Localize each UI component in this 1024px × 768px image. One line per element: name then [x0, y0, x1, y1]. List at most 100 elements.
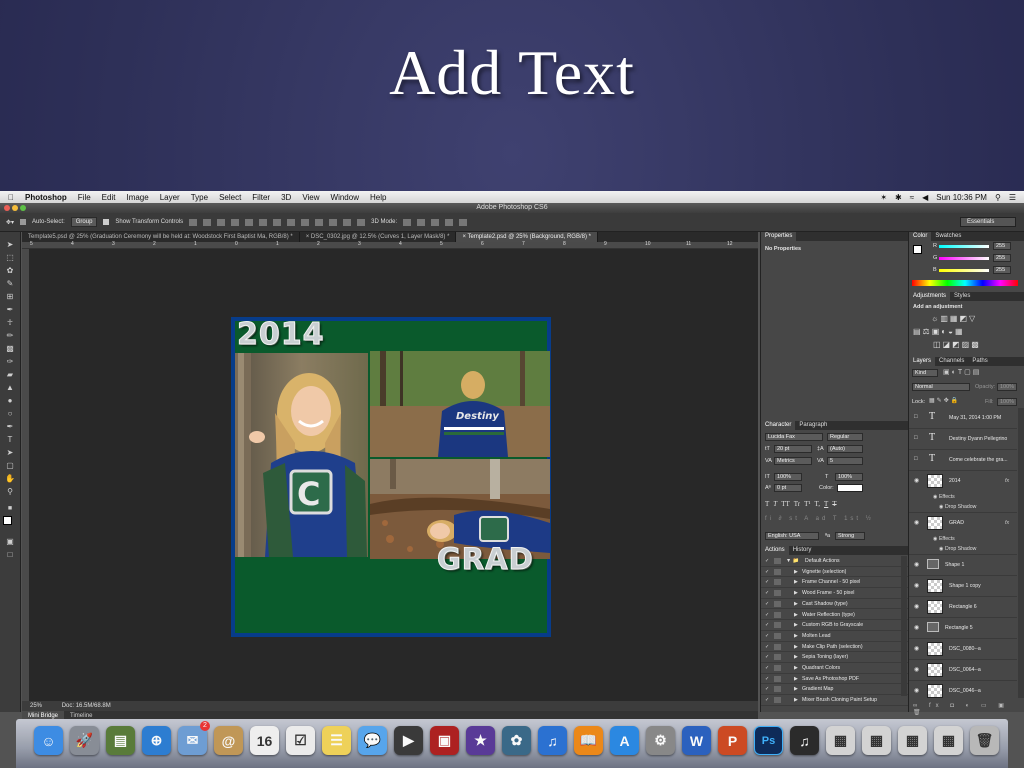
action-enabled-check-icon[interactable]: ✓: [765, 631, 769, 641]
messages-dock-icon[interactable]: 💬: [358, 726, 387, 755]
hand-tool-icon[interactable]: ✋: [4, 474, 16, 483]
layer-row[interactable]: ◉ GRAD fx ◉ Effects ◉ Drop Shadow: [909, 513, 1017, 555]
screen-mode-icon[interactable]: □: [4, 550, 16, 559]
action-enabled-check-icon[interactable]: ✓: [765, 599, 769, 609]
red-value[interactable]: 255: [993, 242, 1011, 250]
action-row[interactable]: ✓ ▶ Frame Channel - 50 pixel: [761, 577, 908, 589]
auto-align-icon[interactable]: [357, 218, 366, 226]
layer-effect-drop-shadow[interactable]: ◉ Drop Shadow: [939, 504, 976, 510]
action-set-row[interactable]: ✓ ▼ 📁 Default Actions: [761, 556, 908, 567]
adjustment-icons-row-3[interactable]: ◫◪◩▨▩: [933, 340, 981, 349]
action-expand-icon[interactable]: ▶: [794, 684, 798, 694]
superscript-button[interactable]: T¹: [804, 500, 810, 508]
faux-bold-button[interactable]: T: [765, 500, 769, 508]
action-expand-icon[interactable]: ▶: [794, 674, 798, 684]
tab-adjustments[interactable]: Adjustments: [909, 292, 951, 301]
action-enabled-check-icon[interactable]: ✓: [765, 695, 769, 705]
action-dialog-toggle[interactable]: [774, 686, 781, 693]
menu-photoshop[interactable]: Photoshop: [25, 193, 67, 202]
tab-color[interactable]: Color: [909, 232, 932, 241]
tab-swatches[interactable]: Swatches: [931, 232, 965, 241]
action-dialog-toggle[interactable]: [774, 643, 781, 650]
action-enabled-check-icon[interactable]: ✓: [765, 674, 769, 684]
tab-history[interactable]: History: [789, 546, 816, 555]
language-dropdown[interactable]: English: USA: [765, 532, 819, 540]
notes-dock-icon[interactable]: ☰: [322, 726, 351, 755]
marquee-tool-icon[interactable]: ⬚: [4, 253, 16, 262]
visibility-eye-icon[interactable]: ◉: [914, 624, 919, 631]
transform-controls-checkbox[interactable]: [103, 219, 110, 225]
tab-paths[interactable]: Paths: [968, 357, 991, 366]
visibility-eye-icon[interactable]: ◉: [914, 666, 919, 673]
menu-layer[interactable]: Layer: [160, 193, 180, 202]
crop-tool-icon[interactable]: ⊞: [4, 292, 16, 301]
action-dialog-toggle[interactable]: [774, 600, 781, 607]
action-row[interactable]: ✓ ▶ Mixer Brush Cloning Paint Setup: [761, 695, 908, 706]
font-family-dropdown[interactable]: Lucida Fax: [765, 433, 823, 441]
brush-tool-icon[interactable]: ✏: [4, 331, 16, 340]
action-row[interactable]: ✓ ▶ Quadrant Colors: [761, 663, 908, 674]
action-enabled-check-icon[interactable]: ✓: [765, 620, 769, 630]
align-left-icon[interactable]: [231, 218, 240, 226]
zoom-tool-icon[interactable]: ⚲: [4, 487, 16, 496]
action-row[interactable]: ✓ ▶ Vignette (selection): [761, 567, 908, 578]
blend-mode-dropdown[interactable]: Normal: [912, 383, 970, 391]
action-dialog-toggle[interactable]: [774, 558, 781, 564]
action-row[interactable]: ✓ ▶ Water Reflection (type): [761, 610, 908, 621]
stack-dock-icon[interactable]: ▦: [934, 726, 963, 755]
action-enabled-check-icon[interactable]: ✓: [765, 577, 769, 587]
move-tool-icon[interactable]: ✥▾: [6, 219, 14, 226]
visibility-eye-icon[interactable]: ◉: [914, 645, 919, 652]
layer-effects-label[interactable]: ◉ Effects: [933, 536, 955, 542]
visibility-eye-icon[interactable]: ◉: [914, 687, 919, 694]
text-color-swatch[interactable]: [837, 484, 863, 492]
layer-row[interactable]: □ T May 31, 2014 1:00 PM: [909, 408, 1017, 429]
trash-dock-icon[interactable]: 🗑: [970, 726, 999, 755]
eyedropper-tool-icon[interactable]: ✒: [4, 305, 16, 314]
move-tool-icon[interactable]: ➤: [4, 240, 16, 249]
menu-file[interactable]: File: [78, 193, 91, 202]
pen-tool-icon[interactable]: ✒: [4, 422, 16, 431]
actions-scrollbar[interactable]: [901, 556, 907, 696]
action-enabled-check-icon[interactable]: ✓: [765, 684, 769, 694]
apple-menu-icon[interactable]: : [8, 193, 14, 202]
music-dock-icon[interactable]: ♫: [790, 726, 819, 755]
stack-dock-icon[interactable]: ▦: [826, 726, 855, 755]
action-expand-icon[interactable]: ▶: [794, 652, 798, 662]
all-caps-button[interactable]: TT: [781, 500, 790, 508]
menu-help[interactable]: Help: [370, 193, 386, 202]
healing-brush-tool-icon[interactable]: ☥: [4, 318, 16, 327]
tab-dsc0302[interactable]: × DSC_0302.jpg @ 12.5% (Curves 1, Layer …: [300, 232, 457, 242]
layer-effect-drop-shadow[interactable]: ◉ Drop Shadow: [939, 546, 976, 552]
close-window-icon[interactable]: [4, 205, 10, 211]
align-top-icon[interactable]: [189, 218, 198, 226]
action-row[interactable]: ✓ ▶ Cast Shadow (type): [761, 599, 908, 610]
quick-mask-icon[interactable]: ▣: [4, 537, 16, 546]
font-style-dropdown[interactable]: Regular: [827, 433, 863, 441]
visibility-eye-icon[interactable]: ◉: [914, 582, 919, 589]
small-caps-button[interactable]: Tr: [794, 500, 800, 508]
menu-3d[interactable]: 3D: [281, 193, 291, 202]
menu-type[interactable]: Type: [191, 193, 208, 202]
stack-dock-icon[interactable]: ▦: [862, 726, 891, 755]
visibility-eye-icon[interactable]: ◉: [914, 603, 919, 610]
action-expand-icon[interactable]: ▶: [794, 610, 798, 620]
ibooks-dock-icon[interactable]: 📖: [574, 726, 603, 755]
tab-paragraph[interactable]: Paragraph: [795, 421, 831, 430]
faux-italic-button[interactable]: T: [773, 500, 777, 508]
baseline-shift-field[interactable]: 0 pt: [774, 484, 802, 492]
action-dialog-toggle[interactable]: [774, 675, 781, 682]
clone-stamp-tool-icon[interactable]: ▩: [4, 344, 16, 353]
opacity-field[interactable]: 100%: [997, 383, 1017, 391]
volume-icon[interactable]: ◀: [922, 193, 928, 202]
launchpad-dock-icon[interactable]: 🚀: [70, 726, 99, 755]
facetime-dock-icon[interactable]: ▶: [394, 726, 423, 755]
adjustment-icons-row-1[interactable]: ☼▥▦◩▽: [931, 314, 977, 323]
action-expand-icon[interactable]: ▶: [794, 695, 798, 705]
wifi-icon[interactable]: ≈: [910, 193, 914, 202]
action-expand-icon[interactable]: ▶: [794, 588, 798, 598]
green-slider[interactable]: [939, 257, 989, 260]
layer-fx-icon[interactable]: fx: [1005, 478, 1009, 484]
visibility-eye-icon[interactable]: ◉: [914, 519, 919, 526]
layer-row[interactable]: ◉ DSC_0080--a: [909, 639, 1017, 660]
